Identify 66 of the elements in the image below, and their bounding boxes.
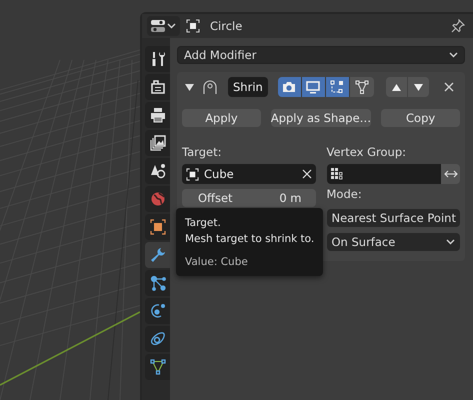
properties-tab[interactable] xyxy=(145,158,170,184)
snap-mode-dropdown[interactable]: On Surface xyxy=(326,233,460,251)
image-stack-icon xyxy=(150,135,166,151)
tooltip-description: Mesh target to shrink to. xyxy=(185,232,314,246)
orbit-icon xyxy=(150,303,166,319)
chevron-down-icon xyxy=(449,52,458,58)
screwdriver-wrench-icon xyxy=(150,51,166,67)
camera-icon xyxy=(282,81,296,93)
modifier-name-field[interactable]: Shrin xyxy=(228,77,268,97)
vertex-group-label: Vertex Group: xyxy=(326,145,408,161)
object-icon xyxy=(186,168,199,180)
object-square-icon xyxy=(150,219,166,235)
editor-type-button[interactable] xyxy=(147,16,180,36)
vertex-group-field[interactable] xyxy=(326,164,441,184)
properties-tab[interactable] xyxy=(145,102,170,128)
link-ring-icon xyxy=(150,331,166,347)
properties-icon xyxy=(151,20,165,32)
modifier-action-button[interactable]: Copy xyxy=(381,109,460,127)
globe-icon xyxy=(150,191,166,207)
mode-label: Mode: xyxy=(326,187,363,203)
connected-dots-icon xyxy=(150,275,166,291)
chevron-down-icon xyxy=(446,239,455,245)
offset-field[interactable]: Offset 0 m xyxy=(182,189,316,207)
clear-icon[interactable] xyxy=(302,169,312,179)
remove-modifier-button[interactable] xyxy=(442,80,456,94)
properties-tab[interactable] xyxy=(145,74,170,100)
monitor-icon xyxy=(306,80,320,94)
visibility-toggle[interactable] xyxy=(278,77,302,97)
double-arrow-icon xyxy=(444,170,458,178)
wrench-icon xyxy=(150,247,166,263)
properties-tab[interactable] xyxy=(145,298,170,324)
properties-tab[interactable] xyxy=(145,326,170,352)
wrap-method-dropdown[interactable]: Nearest Surface Point xyxy=(326,209,460,227)
invert-button[interactable] xyxy=(441,164,460,184)
triangle-vertices-icon xyxy=(150,359,166,375)
modifier-action-button[interactable]: Apply as Shape… xyxy=(270,109,372,127)
shrinkwrap-icon xyxy=(202,79,218,95)
target-label: Target: xyxy=(182,145,222,161)
add-modifier-dropdown[interactable]: Add Modifier xyxy=(177,46,465,64)
triangle-up-icon xyxy=(392,84,401,90)
object-name: Circle xyxy=(210,19,244,33)
printer-icon xyxy=(150,107,166,123)
move-down-button[interactable] xyxy=(408,77,429,97)
triangle-cage-icon xyxy=(354,80,369,94)
target-field[interactable]: Cube xyxy=(182,164,316,184)
modifier-action-button[interactable]: Apply xyxy=(182,109,261,127)
chevron-down-icon xyxy=(167,23,176,29)
tooltip-value: Value: Cube xyxy=(185,255,248,269)
pin-icon[interactable] xyxy=(451,19,465,33)
visibility-toggle[interactable] xyxy=(350,77,374,97)
properties-tab[interactable] xyxy=(145,214,170,240)
properties-tab[interactable] xyxy=(145,270,170,296)
properties-tab[interactable] xyxy=(145,354,170,380)
object-icon xyxy=(186,19,200,33)
vertex-group-icon xyxy=(330,168,342,180)
visibility-toggle[interactable] xyxy=(302,77,326,97)
cone-sphere-icon xyxy=(150,163,166,179)
move-up-button[interactable] xyxy=(386,77,407,97)
tooltip-title: Target. xyxy=(185,216,221,230)
collapse-triangle-icon[interactable] xyxy=(184,84,194,90)
properties-tab[interactable] xyxy=(145,130,170,156)
visibility-toggle[interactable] xyxy=(326,77,350,97)
properties-tab[interactable] xyxy=(145,46,170,72)
edit-square-icon xyxy=(330,80,344,94)
close-icon xyxy=(444,82,454,92)
triangle-down-icon xyxy=(414,84,423,90)
